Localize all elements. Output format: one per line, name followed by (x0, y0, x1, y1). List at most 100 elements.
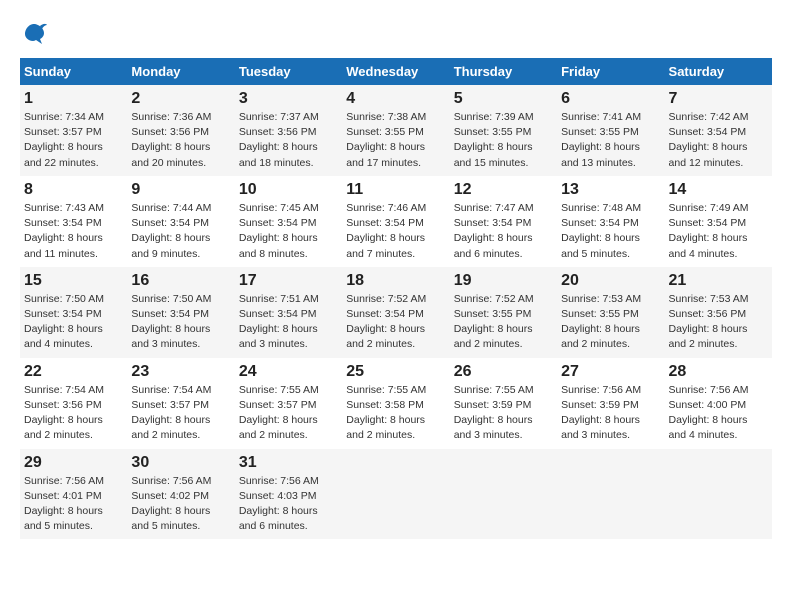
day-number: 24 (239, 363, 338, 381)
calendar-cell: 22 Sunrise: 7:54 AM Sunset: 3:56 PM Dayli… (20, 358, 127, 449)
day-number: 17 (239, 272, 338, 290)
day-info: Sunrise: 7:56 AM Sunset: 3:59 PM Dayligh… (561, 383, 660, 444)
day-number: 9 (131, 181, 230, 199)
calendar-cell: 27 Sunrise: 7:56 AM Sunset: 3:59 PM Dayli… (557, 358, 664, 449)
day-number: 13 (561, 181, 660, 199)
day-info: Sunrise: 7:44 AM Sunset: 3:54 PM Dayligh… (131, 201, 230, 262)
day-info: Sunrise: 7:45 AM Sunset: 3:54 PM Dayligh… (239, 201, 338, 262)
day-info: Sunrise: 7:49 AM Sunset: 3:54 PM Dayligh… (669, 201, 768, 262)
day-number: 2 (131, 90, 230, 108)
calendar-cell: 6 Sunrise: 7:41 AM Sunset: 3:55 PM Daylig… (557, 85, 664, 176)
day-number: 12 (454, 181, 553, 199)
day-number: 29 (24, 454, 123, 472)
day-info: Sunrise: 7:41 AM Sunset: 3:55 PM Dayligh… (561, 110, 660, 171)
day-info: Sunrise: 7:46 AM Sunset: 3:54 PM Dayligh… (346, 201, 445, 262)
calendar-cell: 3Sunrise: 7:37 AM Sunset: 3:56 PM Daylig… (235, 85, 342, 176)
day-number: 20 (561, 272, 660, 290)
day-number: 25 (346, 363, 445, 381)
day-number: 27 (561, 363, 660, 381)
calendar-cell: 18 Sunrise: 7:52 AM Sunset: 3:54 PM Dayli… (342, 267, 449, 358)
day-number: 22 (24, 363, 123, 381)
day-info: Sunrise: 7:34 AM Sunset: 3:57 PM Dayligh… (24, 110, 123, 171)
logo (20, 20, 52, 48)
calendar-cell: 14Sunrise: 7:49 AM Sunset: 3:54 PM Dayli… (665, 176, 772, 267)
calendar-cell: 12 Sunrise: 7:47 AM Sunset: 3:54 PM Dayli… (450, 176, 557, 267)
day-number: 1 (24, 90, 123, 108)
calendar-cell: 2Sunrise: 7:36 AM Sunset: 3:56 PM Daylig… (127, 85, 234, 176)
calendar-cell: 30 Sunrise: 7:56 AM Sunset: 4:02 PM Dayli… (127, 449, 234, 540)
day-number: 16 (131, 272, 230, 290)
day-info: Sunrise: 7:48 AM Sunset: 3:54 PM Dayligh… (561, 201, 660, 262)
day-number: 8 (24, 181, 123, 199)
day-info: Sunrise: 7:56 AM Sunset: 4:03 PM Dayligh… (239, 474, 338, 535)
calendar-cell: 19Sunrise: 7:52 AM Sunset: 3:55 PM Dayli… (450, 267, 557, 358)
day-info: Sunrise: 7:38 AM Sunset: 3:55 PM Dayligh… (346, 110, 445, 171)
day-info: Sunrise: 7:52 AM Sunset: 3:54 PM Dayligh… (346, 292, 445, 353)
day-info: Sunrise: 7:56 AM Sunset: 4:00 PM Dayligh… (669, 383, 768, 444)
calendar-cell: 21Sunrise: 7:53 AM Sunset: 3:56 PM Dayli… (665, 267, 772, 358)
day-number: 5 (454, 90, 553, 108)
day-number: 7 (669, 90, 768, 108)
day-number: 30 (131, 454, 230, 472)
calendar-cell: 7 Sunrise: 7:42 AM Sunset: 3:54 PM Daylig… (665, 85, 772, 176)
calendar-cell: 5Sunrise: 7:39 AM Sunset: 3:55 PM Daylig… (450, 85, 557, 176)
calendar-week-2: 8 Sunrise: 7:43 AM Sunset: 3:54 PM Daylig… (20, 176, 772, 267)
calendar-cell: 1 Sunrise: 7:34 AM Sunset: 3:57 PM Daylig… (20, 85, 127, 176)
day-number: 6 (561, 90, 660, 108)
calendar-cell: 20 Sunrise: 7:53 AM Sunset: 3:55 PM Dayli… (557, 267, 664, 358)
calendar-cell: 29 Sunrise: 7:56 AM Sunset: 4:01 PM Dayli… (20, 449, 127, 540)
calendar-week-3: 15 Sunrise: 7:50 AM Sunset: 3:54 PM Dayli… (20, 267, 772, 358)
weekday-header-sunday: Sunday (20, 58, 127, 85)
day-number: 11 (346, 181, 445, 199)
day-number: 28 (669, 363, 768, 381)
day-number: 19 (454, 272, 553, 290)
day-number: 10 (239, 181, 338, 199)
day-info: Sunrise: 7:51 AM Sunset: 3:54 PM Dayligh… (239, 292, 338, 353)
calendar-cell: 31 Sunrise: 7:56 AM Sunset: 4:03 PM Dayli… (235, 449, 342, 540)
calendar-cell: 10 Sunrise: 7:45 AM Sunset: 3:54 PM Dayli… (235, 176, 342, 267)
calendar-table: SundayMondayTuesdayWednesdayThursdayFrid… (20, 58, 772, 539)
calendar-cell: 28 Sunrise: 7:56 AM Sunset: 4:00 PM Dayli… (665, 358, 772, 449)
weekday-header-tuesday: Tuesday (235, 58, 342, 85)
calendar-cell (665, 449, 772, 540)
weekday-header-monday: Monday (127, 58, 234, 85)
day-number: 21 (669, 272, 768, 290)
day-info: Sunrise: 7:47 AM Sunset: 3:54 PM Dayligh… (454, 201, 553, 262)
day-info: Sunrise: 7:55 AM Sunset: 3:57 PM Dayligh… (239, 383, 338, 444)
day-number: 26 (454, 363, 553, 381)
calendar-cell: 25 Sunrise: 7:55 AM Sunset: 3:58 PM Dayli… (342, 358, 449, 449)
day-info: Sunrise: 7:54 AM Sunset: 3:56 PM Dayligh… (24, 383, 123, 444)
day-info: Sunrise: 7:56 AM Sunset: 4:01 PM Dayligh… (24, 474, 123, 535)
calendar-cell: 8 Sunrise: 7:43 AM Sunset: 3:54 PM Daylig… (20, 176, 127, 267)
day-info: Sunrise: 7:54 AM Sunset: 3:57 PM Dayligh… (131, 383, 230, 444)
calendar-cell: 13 Sunrise: 7:48 AM Sunset: 3:54 PM Dayli… (557, 176, 664, 267)
day-info: Sunrise: 7:53 AM Sunset: 3:55 PM Dayligh… (561, 292, 660, 353)
day-info: Sunrise: 7:55 AM Sunset: 3:58 PM Dayligh… (346, 383, 445, 444)
day-number: 31 (239, 454, 338, 472)
calendar-cell: 17 Sunrise: 7:51 AM Sunset: 3:54 PM Dayli… (235, 267, 342, 358)
calendar-cell: 4 Sunrise: 7:38 AM Sunset: 3:55 PM Daylig… (342, 85, 449, 176)
calendar-cell: 11 Sunrise: 7:46 AM Sunset: 3:54 PM Dayli… (342, 176, 449, 267)
weekday-header-thursday: Thursday (450, 58, 557, 85)
day-number: 23 (131, 363, 230, 381)
page-header (20, 20, 772, 48)
day-info: Sunrise: 7:55 AM Sunset: 3:59 PM Dayligh… (454, 383, 553, 444)
day-number: 3 (239, 90, 338, 108)
day-info: Sunrise: 7:42 AM Sunset: 3:54 PM Dayligh… (669, 110, 768, 171)
calendar-cell: 24 Sunrise: 7:55 AM Sunset: 3:57 PM Dayli… (235, 358, 342, 449)
day-number: 15 (24, 272, 123, 290)
day-info: Sunrise: 7:56 AM Sunset: 4:02 PM Dayligh… (131, 474, 230, 535)
calendar-cell (557, 449, 664, 540)
weekday-header-friday: Friday (557, 58, 664, 85)
calendar-week-1: 1 Sunrise: 7:34 AM Sunset: 3:57 PM Daylig… (20, 85, 772, 176)
day-number: 4 (346, 90, 445, 108)
day-info: Sunrise: 7:50 AM Sunset: 3:54 PM Dayligh… (24, 292, 123, 353)
day-number: 18 (346, 272, 445, 290)
day-info: Sunrise: 7:50 AM Sunset: 3:54 PM Dayligh… (131, 292, 230, 353)
calendar-cell: 26 Sunrise: 7:55 AM Sunset: 3:59 PM Dayli… (450, 358, 557, 449)
calendar-cell: 9 Sunrise: 7:44 AM Sunset: 3:54 PM Daylig… (127, 176, 234, 267)
weekday-header-saturday: Saturday (665, 58, 772, 85)
calendar-week-4: 22 Sunrise: 7:54 AM Sunset: 3:56 PM Dayli… (20, 358, 772, 449)
calendar-cell: 16 Sunrise: 7:50 AM Sunset: 3:54 PM Dayli… (127, 267, 234, 358)
day-info: Sunrise: 7:43 AM Sunset: 3:54 PM Dayligh… (24, 201, 123, 262)
